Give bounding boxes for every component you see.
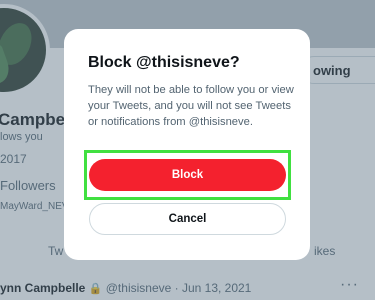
- dialog-title: Block @thisisneve?: [88, 54, 240, 71]
- screen: owing Campbelle lows you 2017 Followers …: [0, 0, 375, 300]
- block-dialog: Block @thisisneve? They will not be able…: [64, 29, 310, 260]
- dialog-message: They will not be able to follow you or v…: [88, 84, 294, 128]
- block-button[interactable]: Block: [89, 159, 286, 191]
- cancel-button[interactable]: Cancel: [89, 203, 286, 235]
